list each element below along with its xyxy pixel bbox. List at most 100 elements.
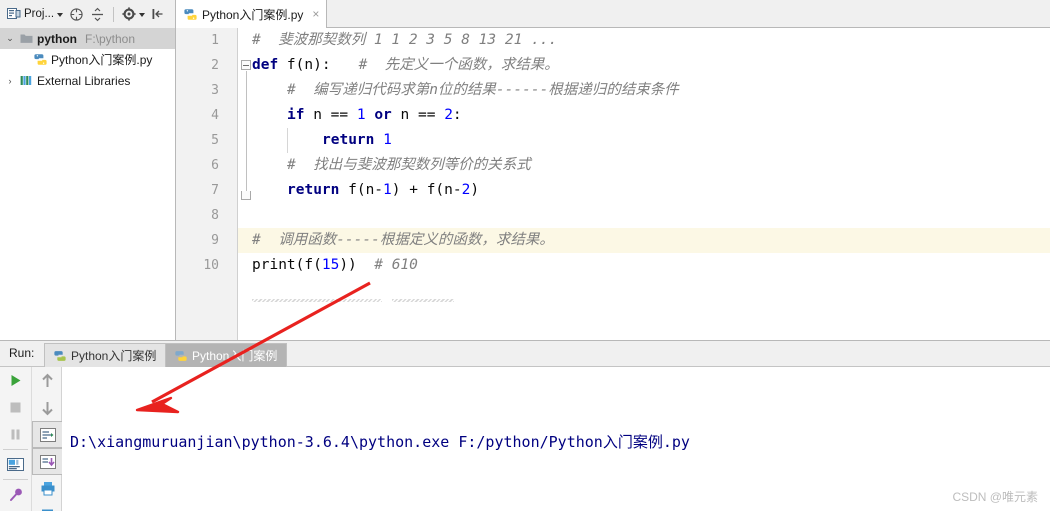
python-run-icon <box>175 350 187 361</box>
toolbar-divider <box>3 449 28 450</box>
code-token-expr: f(n- <box>339 182 384 198</box>
code-token-number: 1 <box>383 182 392 198</box>
collapse-icon <box>92 7 104 21</box>
code-token-comment: # 找出与斐波那契数列等价的关系式 <box>287 157 531 173</box>
code-line-3: # 编写递归代码求第n位的结果------根据递归的结束条件 <box>252 78 1050 103</box>
code-token-keyword-return: return <box>322 132 375 148</box>
toolbar-divider <box>3 479 28 480</box>
code-token-call: print(f( <box>252 257 322 273</box>
run-tab-label: Python入门案例 <box>71 349 157 363</box>
chevron-right-icon[interactable]: › <box>4 76 16 86</box>
editor-tab-python-file[interactable]: Python入门案例.py × <box>176 0 328 28</box>
fold-range-line <box>245 71 247 191</box>
navigate-button[interactable] <box>69 7 84 22</box>
inspection-squiggle <box>252 299 382 302</box>
rerun-button[interactable] <box>0 367 31 394</box>
code-line-6: # 找出与斐波那契数列等价的关系式 <box>252 153 1050 178</box>
code-token-comment: # 调用函数-----根据定义的函数，求结果。 <box>252 232 554 248</box>
gear-icon <box>122 7 136 21</box>
project-view-button[interactable]: Proj... <box>7 7 64 21</box>
watermark: CSDN @唯元素 <box>952 490 1038 504</box>
line-number-gutter: 1 2 3 4 5 6 7 8 9 10 <box>176 28 238 340</box>
python-file-icon <box>184 8 197 20</box>
up-arrow-icon <box>42 373 53 387</box>
code-token-number: 2 <box>444 107 453 123</box>
collapse-all-button[interactable] <box>90 7 105 22</box>
run-tab-label: Python入门案例 <box>192 349 278 363</box>
pause-button[interactable] <box>0 421 31 448</box>
print-icon <box>41 482 54 496</box>
run-tab-2[interactable]: Python入门案例 <box>165 343 288 367</box>
fold-range-end-icon <box>241 191 251 200</box>
code-folding-gutter[interactable] <box>238 28 252 340</box>
sidebar-item-label: External Libraries <box>37 73 131 88</box>
prev-occurrence-button[interactable] <box>32 367 63 394</box>
hide-panel-button[interactable] <box>151 7 165 21</box>
code-line-7: return f(n-1) + f(n-2) <box>252 178 1050 203</box>
scroll-to-end-button[interactable] <box>32 448 63 475</box>
fold-marker-collapse-icon[interactable] <box>241 60 251 70</box>
code-token-number: 1 <box>356 107 366 123</box>
print-button[interactable] <box>32 475 63 502</box>
code-token-signature: f(n): <box>278 57 331 73</box>
console-line: D:\xiangmuruanjian\python-3.6.4\python.e… <box>70 433 690 451</box>
line-number: 9 <box>211 233 219 248</box>
code-line-1: # 斐波那契数列 1 1 2 3 5 8 13 21 ... <box>252 28 1050 53</box>
code-editor[interactable]: 1 2 3 4 5 6 7 8 9 10 # 斐波那契数列 1 1 2 3 5 … <box>176 28 1050 340</box>
line-number: 8 <box>211 208 219 223</box>
sidebar-item-external-libraries[interactable]: › External Libraries <box>0 70 175 91</box>
code-token-comment: # 编写递归代码求第n位的结果------根据递归的结束条件 <box>287 82 679 98</box>
code-token-keyword-or: or <box>365 107 392 123</box>
next-occurrence-button[interactable] <box>32 394 63 421</box>
inspection-squiggle <box>392 299 454 302</box>
code-line-9: # 调用函数-----根据定义的函数，求结果。 <box>252 228 1050 253</box>
show-console-button[interactable] <box>0 451 31 478</box>
code-token-keyword-if: if <box>287 107 305 123</box>
sidebar-item-python-file[interactable]: Python入门案例.py <box>0 49 175 70</box>
stop-button[interactable] <box>0 394 31 421</box>
code-token-comment: # 斐波那契数列 1 1 2 3 5 8 13 21 ... <box>252 32 558 48</box>
line-number: 1 <box>211 33 219 48</box>
code-token-expr: n == <box>304 107 357 123</box>
navigate-icon <box>70 7 83 21</box>
run-toolbar-column-left <box>0 367 31 511</box>
hide-icon <box>152 9 163 19</box>
line-number: 5 <box>211 133 219 148</box>
code-token-expr: ) + f(n- <box>391 182 462 198</box>
project-toolbar: Proj... <box>0 0 176 28</box>
run-icon <box>11 375 21 386</box>
run-tab-1[interactable]: Python入门案例 <box>44 343 167 367</box>
code-line-10: print(f(15)) # 610 <box>252 253 1050 278</box>
line-number: 2 <box>211 58 219 73</box>
sidebar-item-path: F:\python <box>85 31 136 46</box>
editor-tab-label: Python入门案例.py <box>202 7 304 22</box>
run-console-output[interactable]: D:\xiangmuruanjian\python-3.6.4\python.e… <box>62 367 1050 511</box>
code-token-keyword-return: return <box>287 182 340 198</box>
line-number: 10 <box>203 258 219 273</box>
code-token-number: 1 <box>374 132 392 148</box>
scroll-to-end-icon <box>39 454 56 469</box>
sidebar-item-python-root[interactable]: ⌄ python F:\python <box>0 28 175 49</box>
trash-icon <box>42 509 53 511</box>
project-view-label: Proj... <box>24 8 55 20</box>
stop-icon <box>10 402 21 413</box>
code-token-keyword: def <box>252 57 279 73</box>
code-token-call-close: )) <box>339 257 357 273</box>
clear-all-button[interactable] <box>32 502 63 511</box>
run-tool-window: Run: Python入门案例 Python入门案例 D:\xiangmurua… <box>0 340 1050 511</box>
code-text[interactable]: # 斐波那契数列 1 1 2 3 5 8 13 21 ... def f(n):… <box>252 28 1050 340</box>
line-number: 6 <box>211 158 219 173</box>
sidebar-item-label: Python入门案例.py <box>51 53 153 67</box>
line-number: 3 <box>211 83 219 98</box>
settings-button[interactable] <box>122 7 146 21</box>
pin-tab-button[interactable] <box>0 481 31 508</box>
library-icon <box>20 76 32 85</box>
editor-tab-bar: Python入门案例.py × <box>176 0 1050 28</box>
toolbar-divider <box>113 6 115 22</box>
chevron-down-icon[interactable]: ⌄ <box>4 33 16 44</box>
python-run-icon <box>54 350 66 361</box>
close-icon[interactable]: × <box>312 7 319 21</box>
settings-chevron-icon <box>139 13 146 17</box>
soft-wrap-button[interactable] <box>32 421 63 448</box>
